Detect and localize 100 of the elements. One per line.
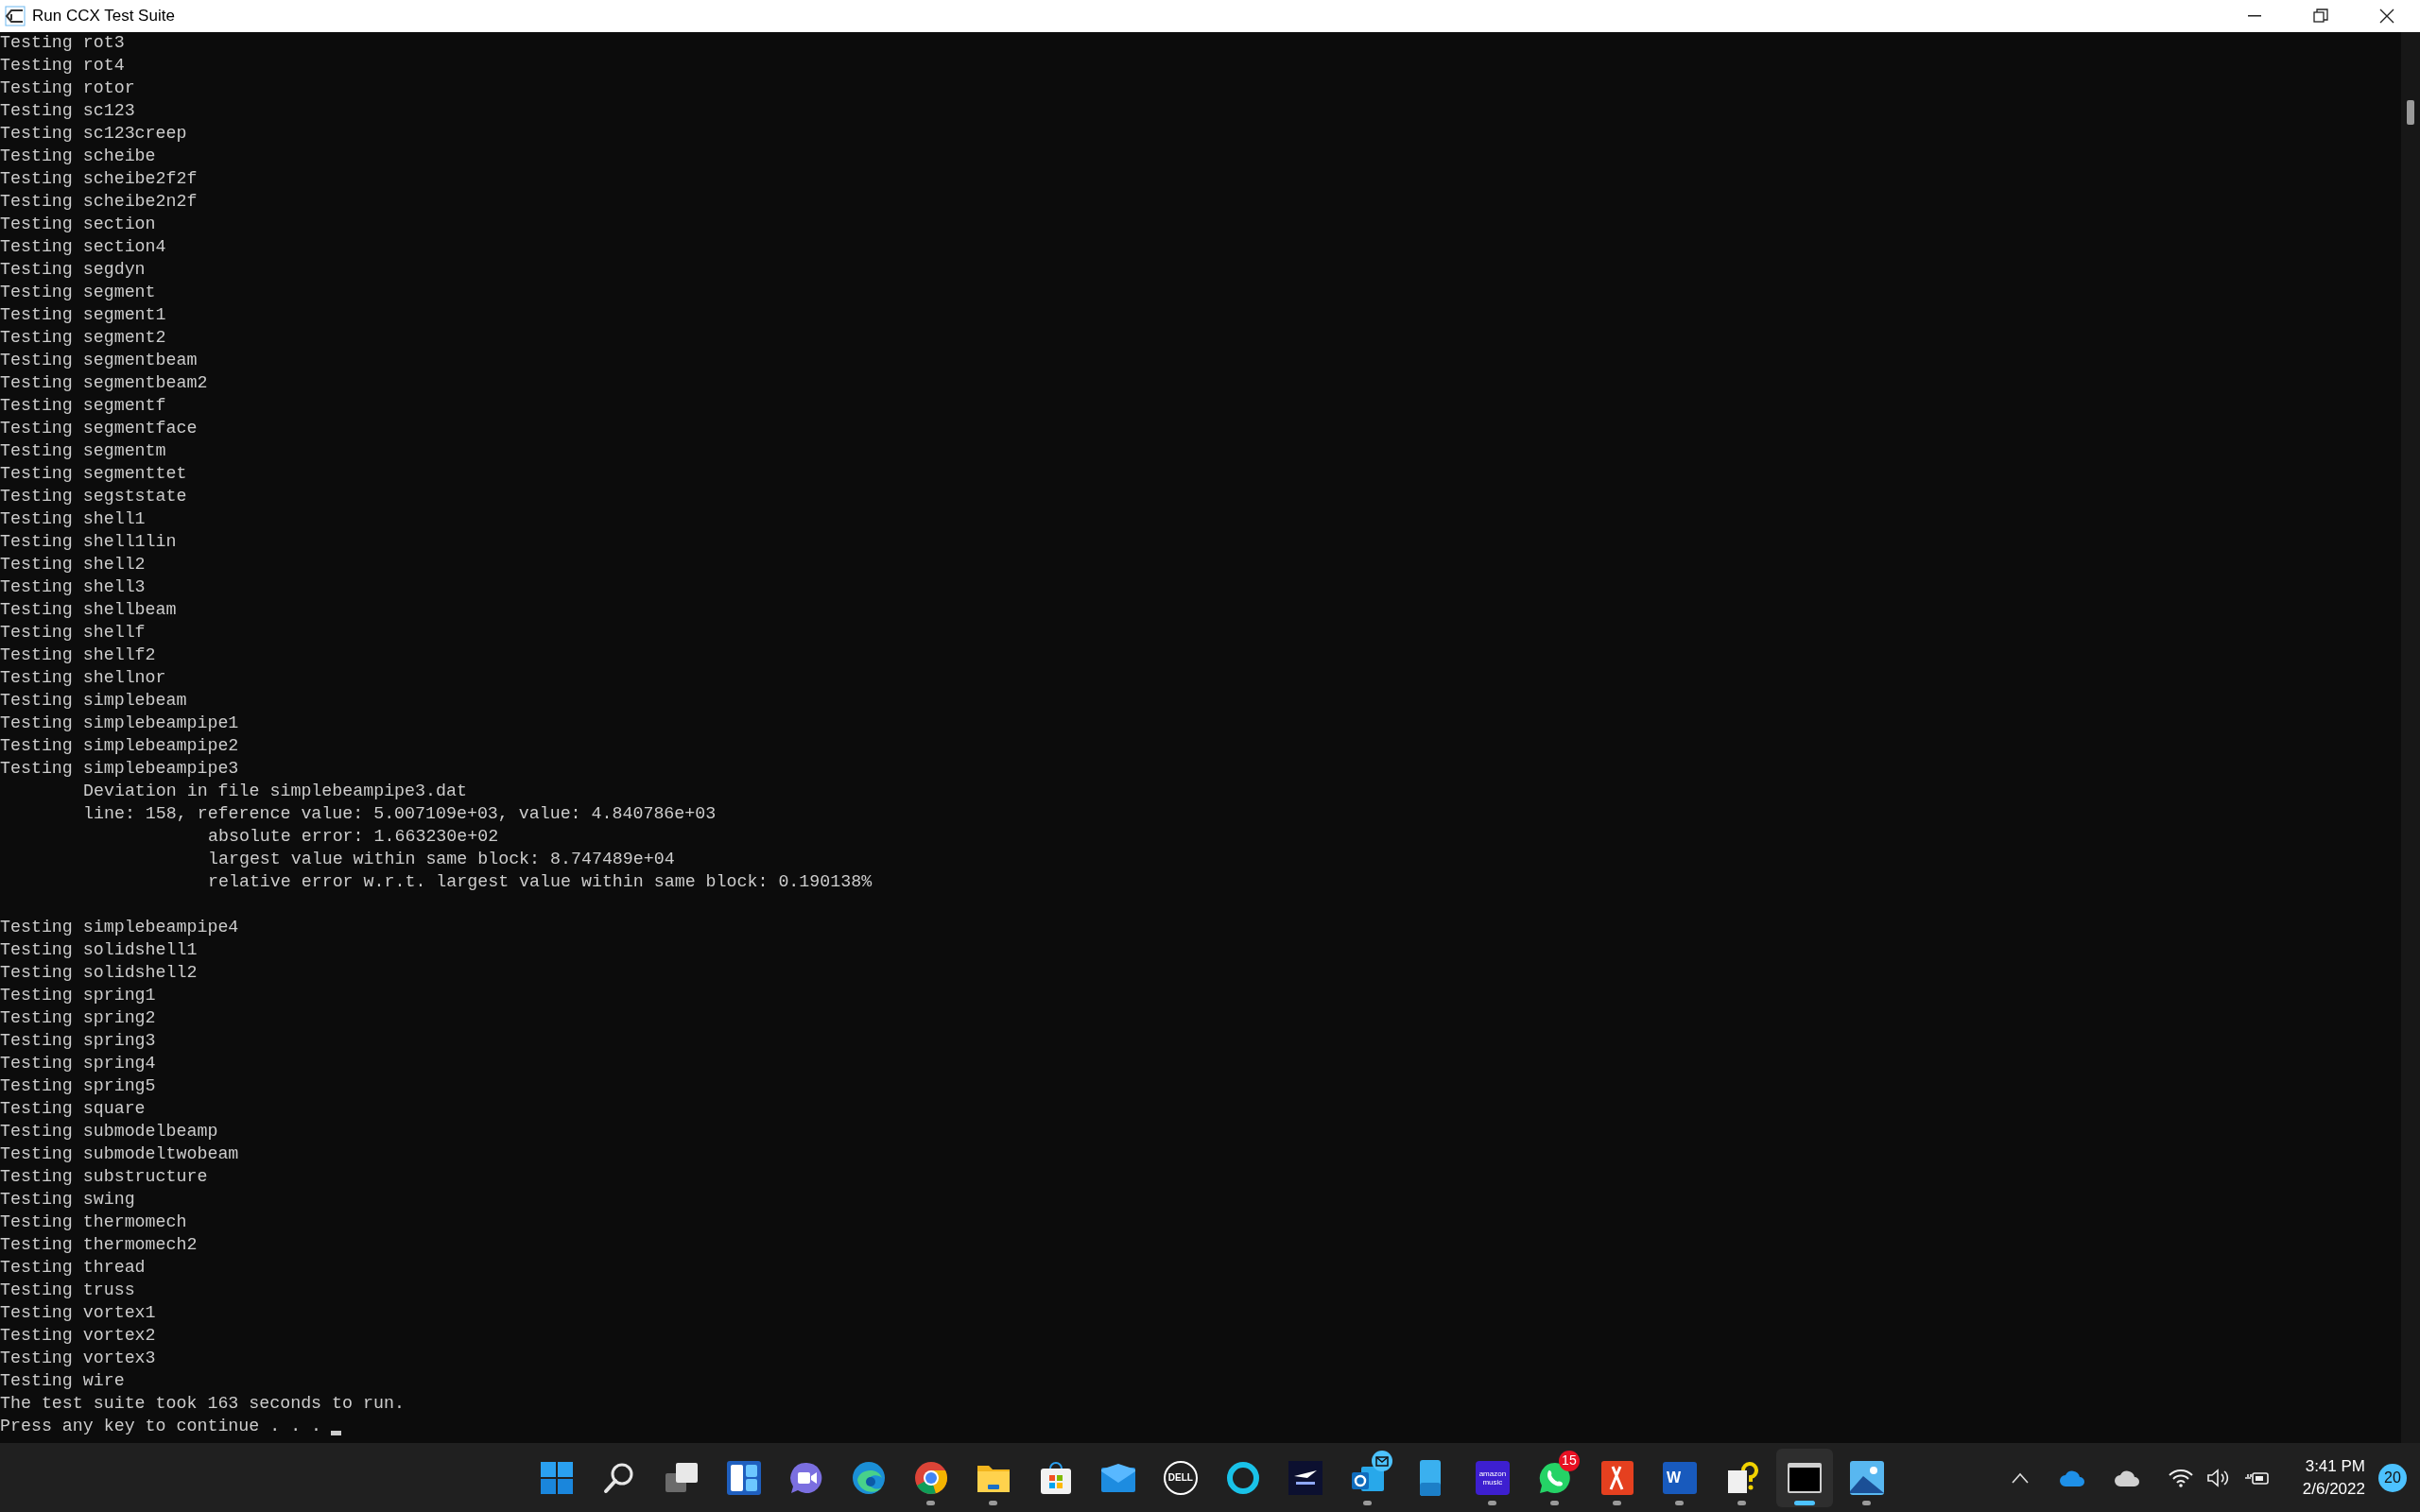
round-logo-icon: DELL — [1163, 1460, 1198, 1495]
console-line: Testing rotor — [0, 77, 135, 100]
console-line: Testing shellnor — [0, 667, 166, 690]
console-line: Testing shellf — [0, 622, 146, 644]
browser-swirl-icon — [851, 1460, 886, 1495]
speaker-icon[interactable] — [2205, 1468, 2231, 1487]
notification-count: 15 — [1558, 1450, 1580, 1471]
console-line: Testing square — [0, 1098, 146, 1121]
taskbar-app-button[interactable] — [1775, 1448, 1833, 1507]
running-indicator — [1488, 1500, 1497, 1505]
running-indicator — [1675, 1500, 1685, 1505]
console-line: Testing section4 — [0, 236, 166, 259]
console-line: Testing segmentf — [0, 395, 166, 418]
running-indicator — [926, 1500, 936, 1505]
console-line: line: 158, reference value: 5.007109e+03, value: 4.840786e+03 — [83, 803, 717, 826]
console-line: Testing rot4 — [0, 55, 125, 77]
taskbar-app-button[interactable]: DELL — [1151, 1448, 1209, 1507]
console-line: Testing segststate — [0, 486, 187, 508]
console-line: Testing spring4 — [0, 1053, 156, 1075]
four-squares-icon — [539, 1460, 574, 1495]
console-line: Testing vortex3 — [0, 1348, 156, 1370]
console-line: Testing shell2 — [0, 554, 146, 576]
clock[interactable]: 3:41 PM 2/6/2022 — [2302, 1454, 2365, 1501]
console-line: Testing spring2 — [0, 1007, 156, 1030]
window-title: Run CCX Test Suite — [32, 6, 175, 27]
console-line: Testing scheibe2f2f — [0, 168, 198, 191]
console-line: Testing scheibe — [0, 146, 156, 168]
console-line: Testing submodeltwobeam — [0, 1143, 239, 1166]
console-line: Testing segment2 — [0, 327, 166, 350]
widgets-icon — [726, 1460, 761, 1495]
game-tile-icon — [1288, 1460, 1322, 1495]
music-app-icon: amazon music — [1475, 1460, 1510, 1495]
console-line: Testing simplebeampipe1 — [0, 713, 239, 735]
console-line: absolute error: 1.663230e+02 — [208, 826, 499, 849]
console-line: Testing solidshell2 — [0, 962, 198, 985]
console-line: Testing section — [0, 214, 156, 236]
console-line: Testing sc123creep — [0, 123, 187, 146]
restore-icon — [2313, 9, 2328, 24]
console-line: Testing simplebeampipe3 — [0, 758, 239, 781]
console-line: Testing thermomech2 — [0, 1234, 198, 1257]
console-line: Testing segmentface — [0, 418, 198, 440]
wifi-icon[interactable] — [2168, 1468, 2193, 1487]
video-chat-icon — [788, 1460, 823, 1495]
console-line: Testing scheibe2n2f — [0, 191, 198, 214]
cloud-icon[interactable] — [2058, 1469, 2085, 1486]
cloud-icon[interactable] — [2113, 1469, 2140, 1486]
console-line: Testing shell3 — [0, 576, 146, 599]
chevron-up-icon[interactable] — [2011, 1471, 2029, 1484]
console-line: Testing spring3 — [0, 1030, 156, 1053]
console-line: Testing segmentbeam — [0, 350, 198, 372]
console-line: Testing swing — [0, 1189, 135, 1211]
running-indicator — [1363, 1500, 1373, 1505]
taskbar-app-button[interactable]: amazon music — [1463, 1448, 1521, 1507]
landscape-picture-icon — [1849, 1460, 1884, 1495]
console-line: The test suite took 163 seconds to run. — [0, 1393, 405, 1416]
console-line: Testing segdyn — [0, 259, 146, 282]
text-cursor — [331, 1430, 342, 1435]
console-line: Testing wire — [0, 1370, 125, 1393]
terminal-icon — [1787, 1462, 1822, 1493]
console-line: Testing shellf2 — [0, 644, 156, 667]
running-indicator — [989, 1500, 998, 1505]
console-line: Testing simplebeam — [0, 690, 187, 713]
console-line: Testing thread — [0, 1257, 146, 1280]
console-line: Testing shellbeam — [0, 599, 177, 622]
console-line: Testing simplebeampipe2 — [0, 735, 239, 758]
console-line: Testing solidshell1 — [0, 939, 198, 962]
console-line: Testing segment1 — [0, 304, 166, 327]
console-line: Deviation in file simplebeampipe3.dat — [83, 781, 467, 803]
console-line: Testing submodelbeamp — [0, 1121, 218, 1143]
taskbar-app-button[interactable]: 15 — [1526, 1448, 1583, 1507]
console-line: Testing spring5 — [0, 1075, 156, 1098]
browser-icon — [913, 1460, 948, 1495]
taskbar-app-button[interactable]: W — [1651, 1448, 1708, 1507]
console-line: Testing segmentbeam2 — [0, 372, 208, 395]
console-line: Testing shell1 — [0, 508, 146, 531]
prompt-text: Press any key to continue . . . — [0, 1416, 322, 1438]
phone-icon — [1419, 1459, 1441, 1496]
console-line: Testing segmentm — [0, 440, 166, 463]
console-line: Testing rot3 — [0, 32, 125, 55]
running-indicator — [1550, 1500, 1560, 1505]
envelope-icon — [1100, 1463, 1135, 1492]
console-line: Testing sc123 — [0, 100, 135, 123]
window-app-icon — [4, 5, 26, 27]
question-document-icon — [1725, 1460, 1758, 1495]
running-indicator — [1613, 1500, 1622, 1505]
console-line: Testing segment — [0, 282, 156, 304]
console-line: relative error w.r.t. largest value within same block: 0.190138% — [208, 871, 873, 894]
close-icon — [2379, 9, 2394, 24]
console-line: Testing substructure — [0, 1166, 208, 1189]
running-indicator — [1793, 1500, 1815, 1505]
console-line: Testing truss — [0, 1280, 135, 1302]
shopping-bag-icon — [1038, 1460, 1073, 1495]
console-line: largest value within same block: 8.747489e+04 — [208, 849, 675, 871]
scrollbar-thumb[interactable] — [2407, 100, 2414, 125]
ring-icon — [1225, 1460, 1260, 1495]
notification-count[interactable]: 20 — [2378, 1463, 2407, 1492]
console-line: Testing simplebeampipe4 — [0, 917, 239, 939]
console-line: Testing vortex2 — [0, 1325, 156, 1348]
document-app-icon — [1600, 1460, 1634, 1495]
word-processor-icon: W — [1662, 1461, 1697, 1494]
